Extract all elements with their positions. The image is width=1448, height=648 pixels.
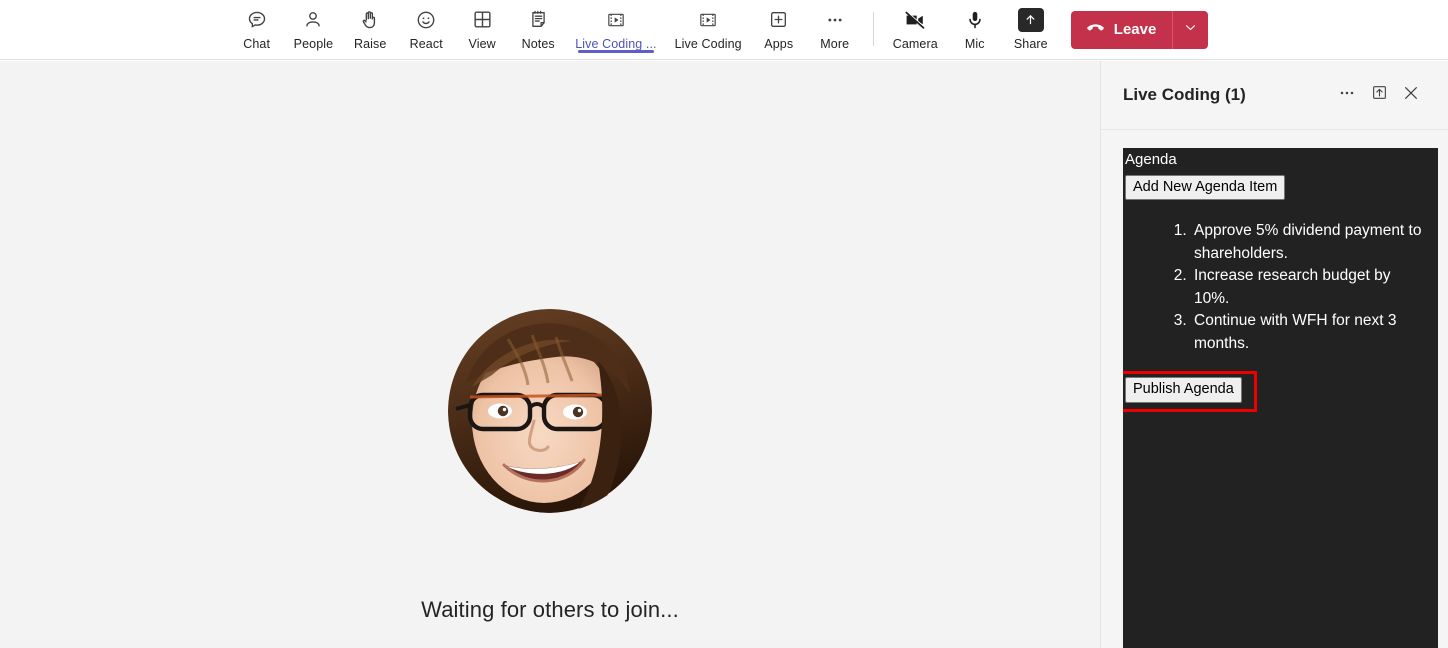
waiting-message: Waiting for others to join... [421, 597, 679, 622]
agenda-heading: Agenda [1125, 151, 1177, 168]
leave-control-group: Leave [1070, 0, 1209, 60]
toolbar-item-label: Mic [964, 36, 985, 51]
toolbar-item-live-coding-active[interactable]: Live Coding ... [566, 0, 665, 60]
toolbar-item-chat[interactable]: Chat [229, 0, 285, 60]
toolbar-item-people[interactable]: People [285, 0, 343, 60]
close-button[interactable] [1396, 80, 1426, 110]
live-coding-panel: Live Coding (1) Agenda Add New Agenda It… [1100, 61, 1448, 648]
toolbar-item-label: Raise [353, 36, 387, 51]
close-x-icon [1401, 83, 1421, 108]
toolbar-item-apps[interactable]: Apps [751, 0, 807, 60]
open-in-new-icon [1370, 83, 1389, 107]
share-screen-icon-box [1017, 7, 1044, 32]
toolbar-item-label: Share [1013, 36, 1048, 51]
meeting-toolbar: Chat People Raise React View Notes Live … [0, 0, 1448, 60]
add-agenda-item-button[interactable]: Add New Agenda Item [1125, 175, 1286, 201]
leave-dropdown-button[interactable] [1172, 10, 1209, 49]
toolbar-item-live-coding[interactable]: Live Coding [666, 0, 751, 60]
microphone-icon [964, 7, 986, 33]
toolbar-item-label: More [820, 36, 850, 51]
meeting-stage: Waiting for others to join... [0, 61, 1100, 648]
toolbar-item-mic[interactable]: Mic [947, 0, 1003, 60]
live-coding-icon [698, 7, 718, 33]
react-emoji-icon [415, 7, 437, 33]
toolbar-item-label: Camera [892, 36, 938, 51]
more-ellipsis-icon [1337, 83, 1357, 108]
avatar-photo [448, 309, 652, 513]
publish-agenda-button[interactable]: Publish Agenda [1125, 377, 1242, 403]
raise-hand-icon [359, 7, 381, 33]
toolbar-item-label: Live Coding [674, 36, 742, 51]
toolbar-items: Chat People Raise React View Notes Live … [229, 0, 1220, 60]
share-screen-icon [1017, 7, 1044, 33]
hangup-phone-icon [1085, 17, 1106, 42]
view-grid-icon [472, 7, 493, 33]
more-options-button[interactable] [1332, 80, 1362, 110]
more-ellipsis-icon [824, 7, 846, 33]
agenda-item-list: Approve 5% dividend payment to sharehold… [1191, 220, 1422, 355]
toolbar-item-notes[interactable]: Notes [510, 0, 566, 60]
toolbar-item-label: Live Coding ... [575, 36, 657, 51]
panel-header: Live Coding (1) [1101, 61, 1448, 130]
chat-icon [246, 7, 268, 33]
active-tab-underline [577, 49, 654, 53]
toolbar-divider [872, 11, 874, 46]
panel-title: Live Coding (1) [1123, 85, 1246, 104]
leave-button-label: Leave [1113, 21, 1157, 38]
live-coding-icon [606, 7, 626, 33]
leave-button[interactable]: Leave [1070, 10, 1173, 49]
toolbar-item-share[interactable]: Share [1003, 0, 1059, 60]
add-agenda-item-row: Add New Agenda Item [1125, 175, 1438, 201]
toolbar-item-camera[interactable]: Camera [884, 0, 947, 60]
live-coding-app-frame: Agenda Add New Agenda Item Approve 5% di… [1123, 148, 1438, 648]
meeting-window: Chat People Raise React View Notes Live … [0, 0, 1448, 648]
list-item: Increase research budget by 10%. [1191, 265, 1422, 310]
camera-off-icon [903, 7, 927, 33]
popout-button[interactable] [1364, 80, 1394, 110]
toolbar-item-view[interactable]: View [454, 0, 510, 60]
chevron-down-icon [1183, 20, 1198, 40]
toolbar-item-label: People [293, 36, 334, 51]
toolbar-item-label: Chat [243, 36, 271, 51]
toolbar-item-label: React [409, 36, 443, 51]
toolbar-item-label: Apps [764, 36, 794, 51]
people-icon [302, 7, 324, 33]
toolbar-item-more[interactable]: More [807, 0, 863, 60]
participant-avatar [448, 309, 652, 513]
toolbar-item-raise[interactable]: Raise [342, 0, 398, 60]
apps-plus-icon [768, 7, 789, 33]
toolbar-item-label: View [468, 36, 496, 51]
toolbar-item-label: Notes [521, 36, 555, 51]
publish-agenda-row: Publish Agenda [1123, 371, 1438, 413]
toolbar-item-react[interactable]: React [398, 0, 454, 60]
notes-icon [528, 7, 549, 33]
list-item: Approve 5% dividend payment to sharehold… [1191, 220, 1422, 265]
list-item: Continue with WFH for next 3 months. [1191, 310, 1422, 355]
